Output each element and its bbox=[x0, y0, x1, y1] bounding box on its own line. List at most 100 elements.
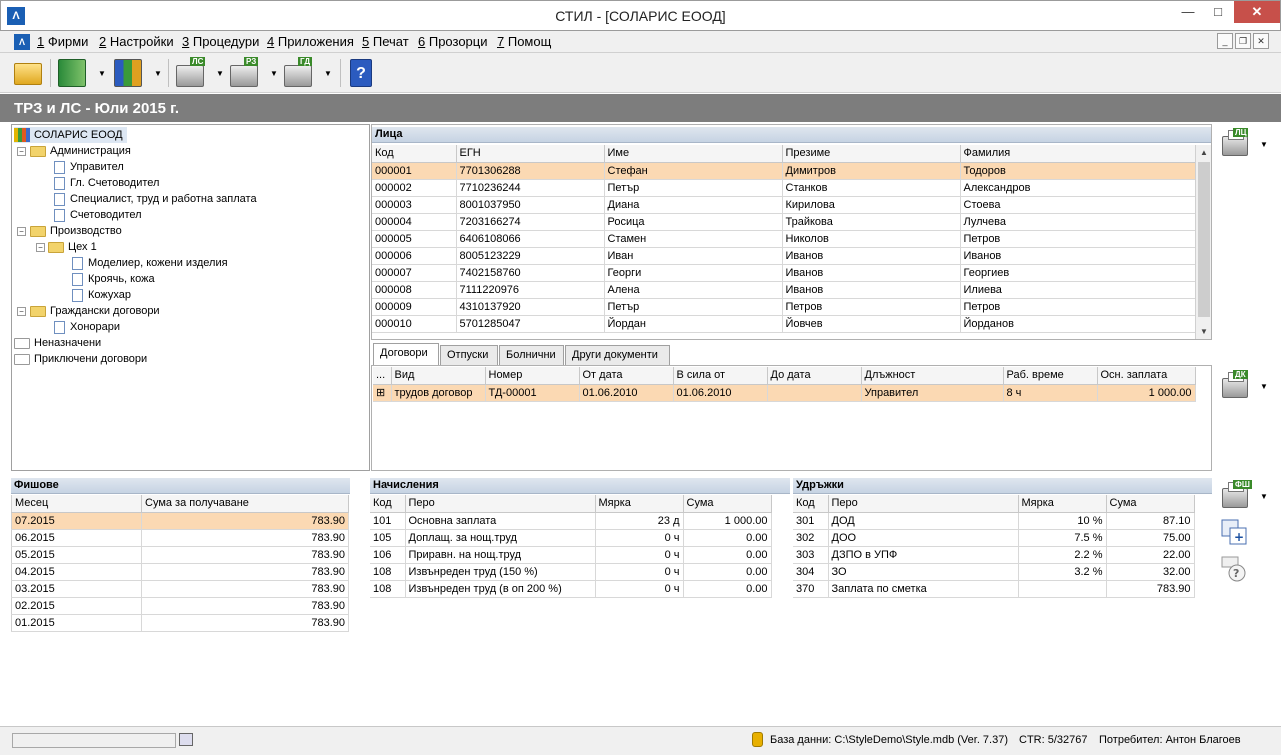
tab-sick-leave[interactable]: Болнични bbox=[499, 345, 564, 365]
table-row[interactable]: 101 Основна заплата 23 д1 000.00 bbox=[370, 512, 772, 530]
column-header[interactable]: От дата bbox=[579, 367, 674, 385]
table-row[interactable]: 000008 7111220976 Алена Иванов Илиева bbox=[372, 281, 1196, 299]
table-row[interactable]: 000004 7203166274 Росица Трайкова Лулчева bbox=[372, 213, 1196, 231]
collapse-toggle[interactable]: − bbox=[36, 243, 45, 252]
menu-procedures[interactable]: 3 Процедури bbox=[182, 34, 259, 49]
close-button[interactable]: ✕ bbox=[1234, 1, 1280, 23]
print-contracts-button[interactable]: ДК ▼ bbox=[1218, 370, 1268, 402]
table-row[interactable]: 301 ДОД 10 % 87.10 bbox=[793, 512, 1195, 530]
tree-node[interactable]: Граждански договори bbox=[30, 303, 160, 319]
menu-settings[interactable]: 2 Настройки bbox=[99, 34, 174, 49]
table-row[interactable]: 000006 8005123229 Иван Иванов Иванов bbox=[372, 247, 1196, 265]
column-header[interactable]: Код bbox=[370, 495, 406, 513]
table-row[interactable]: 000005 6406108066 Стамен Николов Петров bbox=[372, 230, 1196, 248]
tree-node[interactable]: Приключени договори bbox=[14, 351, 147, 367]
column-header[interactable]: Осн. заплата bbox=[1097, 367, 1196, 385]
tree-root[interactable]: СОЛАРИС ЕООД bbox=[14, 127, 127, 143]
mdi-close-button[interactable]: ✕ bbox=[1253, 33, 1269, 49]
menu-print[interactable]: 5 Печат bbox=[362, 34, 409, 49]
table-row[interactable]: 07.2015 783.90 bbox=[11, 512, 349, 530]
tree-node[interactable]: Гл. Счетоводител bbox=[52, 175, 159, 191]
table-row[interactable]: 108 Извънреден труд (в оп 200 %) 0 ч 0.00 bbox=[370, 580, 772, 598]
calculate-button[interactable]: + bbox=[1221, 519, 1247, 545]
print-payslip-button[interactable]: ФШ ▼ bbox=[1218, 480, 1268, 512]
table-row[interactable]: 000001 7701306288 Стефан Димитров Тодоров bbox=[372, 162, 1196, 180]
table-row[interactable]: 000002 7710236244 Петър Станков Александров bbox=[372, 179, 1196, 197]
column-header[interactable]: До дата bbox=[767, 367, 862, 385]
table-row[interactable]: 108 Извънреден труд (150 %) 0 ч 0.00 bbox=[370, 563, 772, 581]
collapse-toggle[interactable]: − bbox=[17, 147, 26, 156]
tab-other-documents[interactable]: Други документи bbox=[565, 345, 670, 365]
tree-node[interactable]: Счетоводител bbox=[52, 207, 142, 223]
column-header[interactable]: Код bbox=[793, 495, 829, 513]
table-row[interactable]: 106 Приравн. на нощ.труд 0 ч 0.00 bbox=[370, 546, 772, 564]
column-header[interactable]: Презиме bbox=[782, 145, 961, 163]
table-row[interactable]: 06.2015 783.90 bbox=[11, 529, 349, 547]
column-header[interactable]: Раб. време bbox=[1003, 367, 1098, 385]
maximize-button[interactable]: □ bbox=[1203, 1, 1233, 23]
column-header[interactable]: ... bbox=[373, 367, 392, 385]
menu-firms[interactable]: 1 Фирми bbox=[37, 34, 88, 49]
tree-node[interactable]: Неназначени bbox=[14, 335, 101, 351]
column-header[interactable]: Фамилия bbox=[960, 145, 1196, 163]
tree-node[interactable]: Кроячь, кожа bbox=[70, 271, 155, 287]
table-row[interactable]: 000010 5701285047 Йордан Йовчев Йорданов bbox=[372, 315, 1196, 333]
table-row[interactable]: 302 ДОО 7.5 % 75.00 bbox=[793, 529, 1195, 547]
print-ls-button[interactable]: ЛС ▼ bbox=[176, 57, 226, 89]
table-row[interactable]: 000007 7402158760 Георги Иванов Георгиев bbox=[372, 264, 1196, 282]
tree-node[interactable]: Производство bbox=[30, 223, 122, 239]
tree-node[interactable]: Моделиер, кожени изделия bbox=[70, 255, 228, 271]
open-folder-button[interactable] bbox=[14, 57, 44, 89]
expand-row-icon[interactable]: ⊞ bbox=[373, 384, 392, 402]
menu-windows[interactable]: 6 Прозорци bbox=[418, 34, 488, 49]
scroll-down-icon[interactable]: ▼ bbox=[1196, 324, 1211, 339]
print-rz-button[interactable]: РЗ ▼ bbox=[230, 57, 280, 89]
tree-node[interactable]: Кожухар bbox=[70, 287, 131, 303]
table-row[interactable]: 02.2015 783.90 bbox=[11, 597, 349, 615]
column-header[interactable]: Сума bbox=[683, 495, 772, 513]
network-button[interactable]: ▼ bbox=[58, 57, 108, 89]
tree-node[interactable]: Хонорари bbox=[52, 319, 120, 335]
mdi-minimize-button[interactable]: _ bbox=[1217, 33, 1233, 49]
table-row[interactable]: 01.2015 783.90 bbox=[11, 614, 349, 632]
help-button[interactable]: ? bbox=[350, 57, 376, 89]
table-row[interactable]: 370 Заплата по сметка 783.90 bbox=[793, 580, 1195, 598]
table-row[interactable]: 03.2015 783.90 bbox=[11, 580, 349, 598]
table-row[interactable]: 05.2015 783.90 bbox=[11, 546, 349, 564]
column-header[interactable]: Мярка bbox=[1018, 495, 1107, 513]
tree-node[interactable]: Цех 1 bbox=[48, 239, 97, 255]
column-header[interactable]: Длъжност bbox=[861, 367, 1004, 385]
tree-node[interactable]: Специалист, труд и работна заплата bbox=[52, 191, 257, 207]
help-context-button[interactable]: ? bbox=[1221, 556, 1247, 582]
menu-help[interactable]: 7 Помощ bbox=[497, 34, 551, 49]
mdi-restore-button[interactable]: ❐ bbox=[1235, 33, 1251, 49]
tree-node[interactable]: Администрация bbox=[30, 143, 131, 159]
column-header[interactable]: Мярка bbox=[595, 495, 684, 513]
print-persons-button[interactable]: ЛЦ ▼ bbox=[1218, 128, 1268, 160]
table-row[interactable]: 105 Доплащ. за нощ.труд 0 ч 0.00 bbox=[370, 529, 772, 547]
column-header[interactable]: Номер bbox=[485, 367, 580, 385]
table-row[interactable]: 303 ДЗПО в УПФ 2.2 % 22.00 bbox=[793, 546, 1195, 564]
tab-contracts[interactable]: Договори bbox=[373, 343, 439, 366]
column-header[interactable]: Код bbox=[372, 145, 457, 163]
column-header[interactable]: Перо bbox=[828, 495, 1019, 513]
print-gd-button[interactable]: ГД ▼ bbox=[284, 57, 334, 89]
minimize-button[interactable]: — bbox=[1173, 1, 1203, 23]
column-header[interactable]: Перо bbox=[405, 495, 596, 513]
column-header[interactable]: Име bbox=[604, 145, 783, 163]
collapse-toggle[interactable]: − bbox=[17, 227, 26, 236]
tree-node[interactable]: Управител bbox=[52, 159, 124, 175]
collapse-toggle[interactable]: − bbox=[17, 307, 26, 316]
table-row[interactable]: 000009 4310137920 Петър Петров Петров bbox=[372, 298, 1196, 316]
tab-vacations[interactable]: Отпуски bbox=[440, 345, 498, 365]
column-header[interactable]: В сила от bbox=[673, 367, 768, 385]
scroll-up-icon[interactable]: ▲ bbox=[1196, 145, 1211, 161]
column-header[interactable]: Месец bbox=[11, 495, 142, 513]
table-row[interactable]: 04.2015 783.90 bbox=[11, 563, 349, 581]
column-header[interactable]: ЕГН bbox=[456, 145, 605, 163]
books-button[interactable]: ▼ bbox=[114, 57, 164, 89]
column-header[interactable]: Сума за получаване bbox=[141, 495, 349, 513]
table-row[interactable]: 000003 8001037950 Диана Кирилова Стоева bbox=[372, 196, 1196, 214]
column-header[interactable]: Сума bbox=[1106, 495, 1195, 513]
document-logo-icon[interactable]: Λ bbox=[14, 34, 30, 50]
